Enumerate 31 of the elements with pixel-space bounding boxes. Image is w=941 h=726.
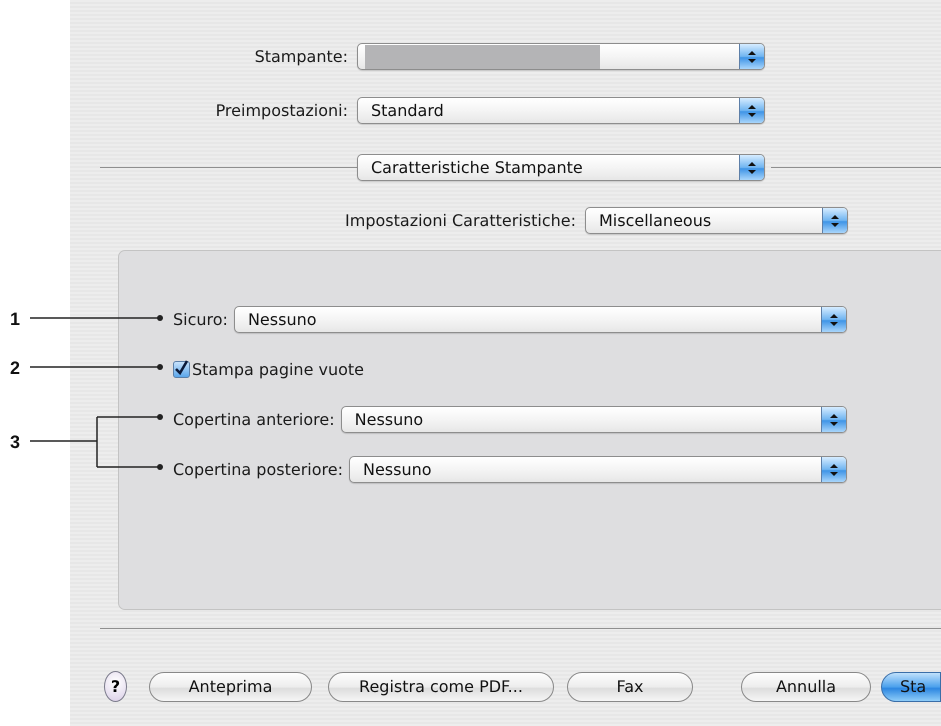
up-down-arrows-icon xyxy=(739,98,764,123)
up-down-arrows-icon xyxy=(739,44,764,69)
up-down-arrows-icon xyxy=(822,208,847,233)
field-label: Copertina posteriore: xyxy=(173,460,343,479)
help-button[interactable]: ? xyxy=(104,671,127,702)
field-label: Preimpostazioni: xyxy=(214,101,348,120)
checkbox-label: Stampa pagine vuote xyxy=(192,360,364,379)
push-button[interactable]: Annulla xyxy=(741,672,871,702)
field-label: Stampante: xyxy=(254,47,348,66)
checkbox[interactable] xyxy=(173,361,190,378)
push-button[interactable]: Fax xyxy=(567,672,693,702)
up-down-arrows-icon xyxy=(739,155,764,180)
option-popup[interactable]: Nessuno xyxy=(340,406,847,433)
pane-popup[interactable]: Caratteristiche Stampante xyxy=(357,154,765,181)
up-down-arrows-icon xyxy=(821,307,846,332)
push-button[interactable]: Anteprima xyxy=(149,672,312,702)
field-label: Sicuro: xyxy=(173,310,228,329)
option-popup[interactable]: Nessuno xyxy=(234,306,847,333)
printer-popup[interactable] xyxy=(357,43,765,70)
up-down-arrows-icon xyxy=(821,407,846,432)
callout-number: 1 xyxy=(10,309,20,329)
feature-set-popup[interactable]: Miscellaneous xyxy=(585,207,848,234)
option-popup[interactable]: Nessuno xyxy=(348,456,847,483)
push-button[interactable]: Registra come PDF... xyxy=(328,672,554,702)
up-down-arrows-icon xyxy=(821,457,846,482)
callout-number: 3 xyxy=(10,432,20,452)
callout-number: 2 xyxy=(10,358,20,378)
default-button[interactable]: Sta xyxy=(881,672,941,702)
presets-popup[interactable]: Standard xyxy=(357,97,765,124)
field-label: Impostazioni Caratteristiche: xyxy=(344,211,576,230)
field-label: Copertina anteriore: xyxy=(173,410,335,429)
